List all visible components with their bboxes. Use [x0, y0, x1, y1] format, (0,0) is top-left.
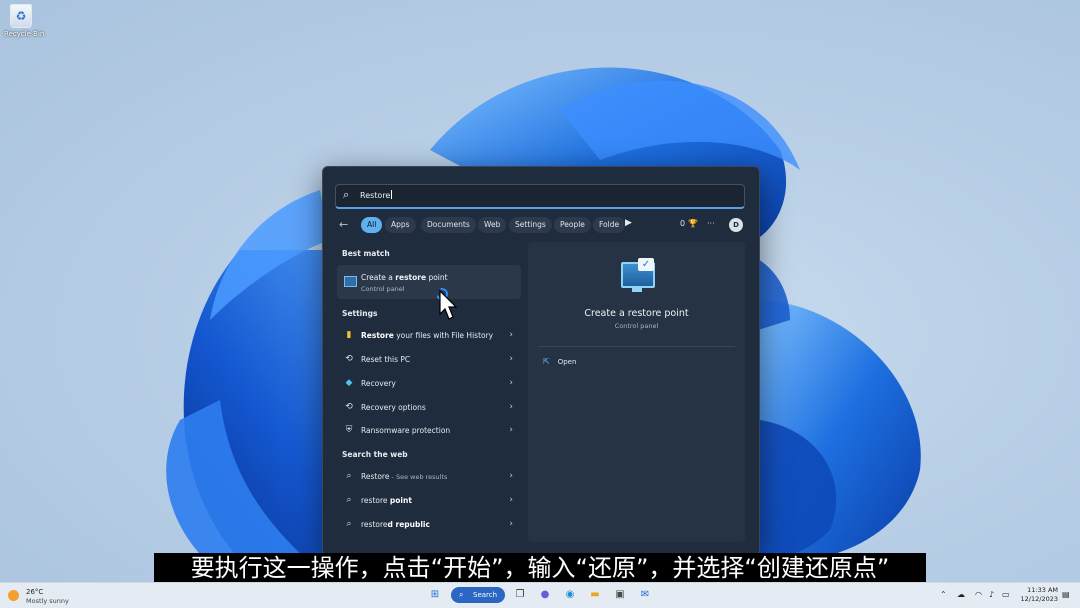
rewards-count: 0 — [680, 219, 686, 228]
recovery-options-icon: ⟲ — [345, 402, 353, 412]
filter-all[interactable]: All — [361, 217, 383, 233]
recycle-bin-icon: ♻ — [10, 4, 32, 28]
back-arrow-icon[interactable]: ← — [339, 218, 348, 231]
settings-result-recovery-options[interactable]: ⟲ Recovery options › — [337, 397, 521, 419]
file-history-icon: ▮ — [346, 330, 352, 340]
weather-condition: Mostly sunny — [26, 597, 69, 605]
more-filters-arrow-icon[interactable]: ▶ — [625, 218, 632, 228]
search-query: Restore — [360, 191, 391, 200]
onedrive-icon[interactable]: ☁ — [957, 590, 965, 599]
best-match-result[interactable]: Create a restore point Control panel — [337, 265, 521, 299]
chevron-right-icon: › — [509, 519, 513, 529]
preview-pane: ✓ Create a restore point Control panel ⇱… — [528, 242, 745, 542]
best-match-heading: Best match — [342, 249, 390, 258]
preview-title: Create a restore point — [584, 308, 689, 319]
task-view-icon[interactable]: ❐ — [513, 588, 527, 602]
filter-documents[interactable]: Documents — [421, 217, 476, 233]
system-clock[interactable]: 11:33 AM 12/12/2023 — [1016, 586, 1058, 604]
taskbar-search-button[interactable]: ⌕ Search — [451, 587, 505, 603]
taskbar: 26°C Mostly sunny ⊞ ⌕ Search ❐ ● ◉ ▬ ▣ ✉… — [0, 582, 1080, 608]
settings-result-reset-pc[interactable]: ⟲ Reset this PC › — [337, 349, 521, 371]
search-input[interactable]: ⌕ Restore — [335, 184, 745, 209]
more-options-icon[interactable]: ··· — [707, 219, 715, 228]
filter-settings[interactable]: Settings — [509, 217, 552, 233]
volume-icon[interactable]: ♪ — [989, 590, 994, 599]
sun-icon — [8, 590, 19, 601]
chevron-right-icon: › — [509, 495, 513, 505]
search-icon: ⌕ — [343, 188, 350, 201]
recovery-icon: ◆ — [345, 378, 353, 388]
rewards-trophy-icon[interactable]: 🏆 — [688, 219, 698, 228]
mail-icon[interactable]: ✉ — [638, 588, 652, 602]
filter-folders[interactable]: Folde — [593, 217, 626, 233]
chevron-right-icon: › — [509, 471, 513, 481]
recycle-bin-shortcut[interactable]: ♻ Recycle Bin — [4, 4, 45, 38]
shield-icon: ⛨ — [345, 425, 353, 435]
chevron-right-icon: › — [509, 425, 513, 435]
settings-result-recovery[interactable]: ◆ Recovery › — [337, 373, 521, 395]
chevron-right-icon: › — [509, 402, 513, 412]
start-search-panel: ⌕ Restore ← All Apps Documents Web Setti… — [322, 166, 760, 556]
battery-icon[interactable]: ▭ — [1002, 590, 1010, 599]
store-icon[interactable]: ▣ — [613, 588, 627, 602]
chevron-right-icon: › — [509, 378, 513, 388]
reset-pc-icon: ⟲ — [345, 354, 353, 364]
chevron-right-icon: › — [509, 330, 513, 340]
open-action[interactable]: ⇱ Open — [543, 357, 576, 366]
wifi-icon[interactable]: ◠ — [975, 590, 982, 599]
best-match-title: Create a restore point — [361, 273, 448, 282]
filter-web[interactable]: Web — [478, 217, 507, 233]
web-search-icon: ⌕ — [346, 495, 352, 505]
file-explorer-icon[interactable]: ▬ — [588, 588, 602, 602]
restore-point-icon — [344, 276, 357, 287]
search-web-heading: Search the web — [342, 450, 408, 459]
clock-date: 12/12/2023 — [1020, 595, 1058, 603]
start-icon[interactable]: ⊞ — [428, 588, 442, 602]
web-result-restored-republic[interactable]: ⌕ restored republic › — [337, 514, 521, 536]
search-icon: ⌕ — [459, 590, 464, 599]
recycle-bin-label: Recycle Bin — [4, 30, 45, 38]
best-match-subtitle: Control panel — [361, 285, 405, 293]
web-search-icon: ⌕ — [346, 519, 352, 529]
video-caption: 要执行这一操作，点击“开始”，输入“还原”，并选择“创建还原点” — [154, 553, 926, 583]
filter-people[interactable]: People — [554, 217, 591, 233]
account-avatar[interactable]: D — [729, 218, 743, 232]
mouse-cursor-icon — [437, 288, 458, 320]
filter-apps[interactable]: Apps — [385, 217, 416, 233]
settings-result-file-history[interactable]: ▮ Restore your files with File History › — [337, 325, 521, 347]
notification-icon[interactable]: ▤ — [1062, 590, 1070, 599]
chevron-right-icon: › — [509, 354, 513, 364]
clock-time: 11:33 AM — [1027, 586, 1058, 594]
settings-result-ransomware[interactable]: ⛨ Ransomware protection › — [337, 420, 521, 442]
weather-temperature: 26°C — [26, 588, 44, 596]
open-icon: ⇱ — [543, 357, 550, 366]
preview-subtitle: Control panel — [614, 322, 659, 330]
divider — [538, 346, 735, 347]
search-filter-bar: ← All Apps Documents Web Settings People… — [339, 217, 749, 233]
edge-browser-icon[interactable]: ◉ — [563, 588, 577, 602]
chat-icon[interactable]: ● — [538, 588, 552, 602]
web-result-restore[interactable]: ⌕ Restore - See web results › — [337, 466, 521, 488]
web-result-restore-point[interactable]: ⌕ restore point › — [337, 490, 521, 512]
checkmark-icon: ✓ — [638, 258, 654, 271]
web-search-icon: ⌕ — [346, 471, 352, 481]
settings-heading: Settings — [342, 309, 378, 318]
show-hidden-icons-icon[interactable]: ⌃ — [940, 590, 947, 599]
